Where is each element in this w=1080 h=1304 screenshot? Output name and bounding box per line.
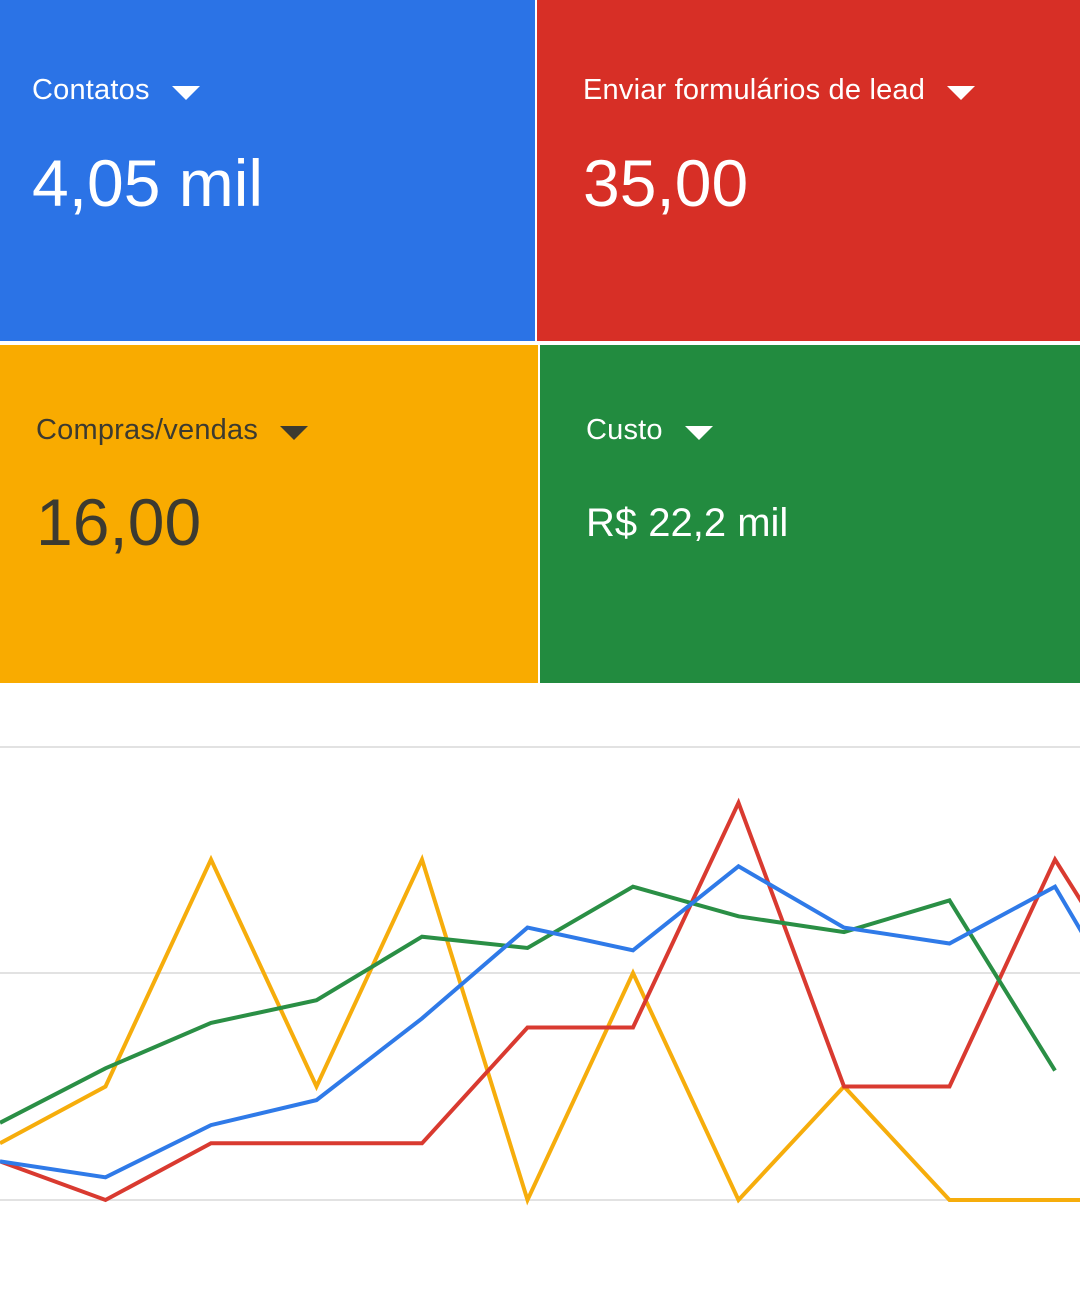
metric-value: 4,05 mil (32, 146, 264, 220)
metric-selector-custo[interactable]: Custo (586, 414, 713, 447)
metric-value: R$ 22,2 mil (586, 501, 789, 545)
metric-label: Compras/vendas (36, 414, 259, 446)
caret-down-icon[interactable] (280, 425, 309, 440)
metric-label: Contatos (32, 74, 150, 106)
metric-label: Enviar formulários de lead (583, 74, 926, 106)
caret-down-icon[interactable] (947, 85, 976, 100)
metric-value: 16,00 (36, 485, 202, 559)
metric-selector-compras[interactable]: Compras/vendas (36, 414, 309, 447)
metric-tile-formularios[interactable]: Enviar formulários de lead 35,00 (537, 0, 1080, 341)
metric-tile-custo[interactable]: Custo R$ 22,2 mil (540, 345, 1080, 683)
caret-down-icon[interactable] (171, 85, 200, 100)
performance-chart (0, 683, 1080, 1304)
metric-selector-contatos[interactable]: Contatos (32, 74, 200, 107)
caret-down-icon[interactable] (684, 425, 713, 440)
series-line-contatos (0, 863, 1080, 1180)
metric-value: 35,00 (583, 146, 749, 220)
metric-tile-compras[interactable]: Compras/vendas 16,00 (0, 345, 538, 683)
metric-label: Custo (586, 414, 663, 446)
series-line-formularios (0, 797, 1080, 1203)
metric-tiles: Contatos 4,05 mil Enviar formulários de … (0, 0, 1080, 683)
metric-tile-contatos[interactable]: Contatos 4,05 mil (0, 0, 535, 341)
line-chart-svg (0, 746, 1080, 1206)
metric-selector-formularios[interactable]: Enviar formulários de lead (583, 74, 976, 107)
